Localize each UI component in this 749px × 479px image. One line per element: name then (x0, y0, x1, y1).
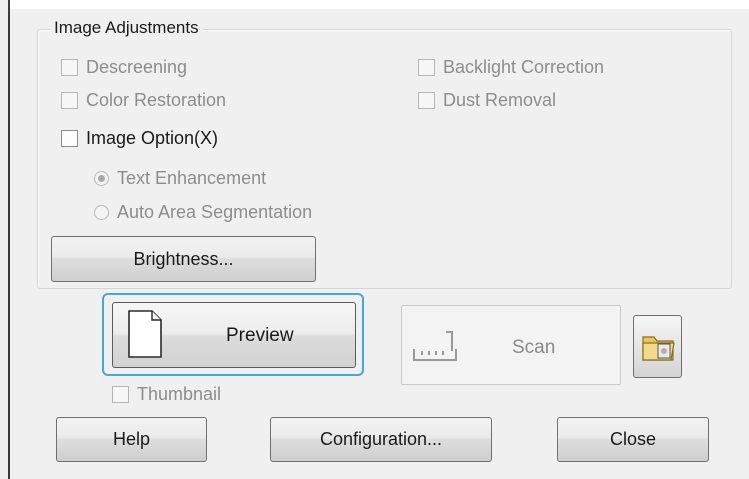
configuration-button[interactable]: Configuration... (270, 417, 492, 462)
folder-button[interactable] (633, 315, 682, 378)
color-restoration-checkbox[interactable]: Color Restoration (61, 90, 226, 111)
text-enhancement-radio-dot[interactable] (94, 171, 109, 186)
image-option-checkbox[interactable]: Image Option(X) (61, 128, 218, 149)
scanner-dialog: Image Adjustments Descreening Color Rest… (0, 0, 749, 479)
document-icon (128, 310, 162, 358)
brightness-button[interactable]: Brightness... (51, 236, 316, 282)
color-restoration-box[interactable] (61, 92, 78, 109)
scan-button[interactable]: Scan (401, 305, 621, 385)
top-strip (10, 0, 749, 9)
backlight-correction-checkbox[interactable]: Backlight Correction (418, 57, 604, 78)
preview-label: Preview (226, 325, 294, 346)
preview-button[interactable]: Preview (112, 302, 356, 368)
auto-area-segmentation-label: Auto Area Segmentation (117, 202, 313, 222)
thumbnail-box[interactable] (112, 386, 129, 403)
dust-removal-box[interactable] (418, 92, 435, 109)
dust-removal-label: Dust Removal (443, 90, 557, 110)
thumbnail-checkbox[interactable]: Thumbnail (112, 384, 221, 405)
image-option-box[interactable] (61, 130, 78, 147)
color-restoration-label: Color Restoration (86, 90, 227, 110)
image-option-label: Image Option(X) (86, 128, 219, 148)
text-enhancement-label: Text Enhancement (117, 168, 267, 188)
backlight-correction-box[interactable] (418, 59, 435, 76)
folder-icon (642, 336, 675, 361)
backlight-correction-label: Backlight Correction (443, 57, 605, 77)
text-enhancement-radio[interactable]: Text Enhancement (94, 168, 266, 189)
dust-removal-checkbox[interactable]: Dust Removal (418, 90, 556, 111)
descreening-box[interactable] (61, 59, 78, 76)
close-button[interactable]: Close (557, 417, 709, 462)
group-title: Image Adjustments (50, 18, 203, 38)
descreening-label: Descreening (86, 57, 188, 77)
window-left-edge (8, 0, 10, 479)
descreening-checkbox[interactable]: Descreening (61, 57, 187, 78)
scanner-icon (413, 331, 457, 361)
auto-area-segmentation-radio-dot[interactable] (94, 205, 109, 220)
thumbnail-label: Thumbnail (137, 384, 222, 404)
scan-label: Scan (512, 337, 556, 358)
help-button[interactable]: Help (56, 417, 207, 462)
auto-area-segmentation-radio[interactable]: Auto Area Segmentation (94, 202, 312, 223)
